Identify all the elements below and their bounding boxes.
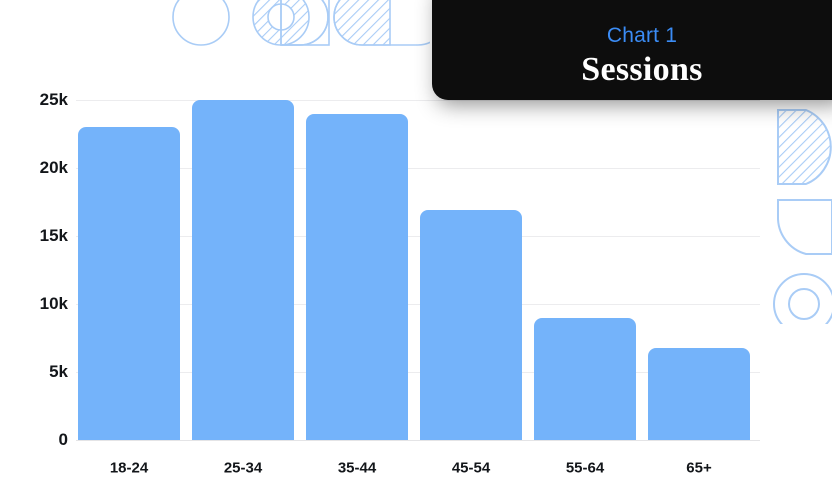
- chart-title-card: Chart 1 Sessions: [432, 0, 832, 100]
- x-tick-label: 25-34: [223, 459, 263, 477]
- bar-55-64[interactable]: [534, 317, 636, 440]
- x-tick-label: 45-54: [451, 459, 491, 477]
- bar-65+[interactable]: [648, 347, 750, 440]
- x-tick-label: 55-64: [565, 459, 605, 477]
- page-title: Sessions: [581, 50, 703, 88]
- x-tick-label: 65+: [686, 459, 712, 477]
- x-tick-label: 35-44: [337, 459, 377, 477]
- bar-35-44[interactable]: [306, 113, 408, 440]
- chart-eyebrow-label: Chart 1: [606, 23, 678, 47]
- x-tick-label: 18-24: [109, 459, 149, 477]
- bar-45-54[interactable]: [420, 210, 522, 440]
- bar-18-24[interactable]: [78, 127, 180, 440]
- bar-25-34[interactable]: [192, 100, 294, 440]
